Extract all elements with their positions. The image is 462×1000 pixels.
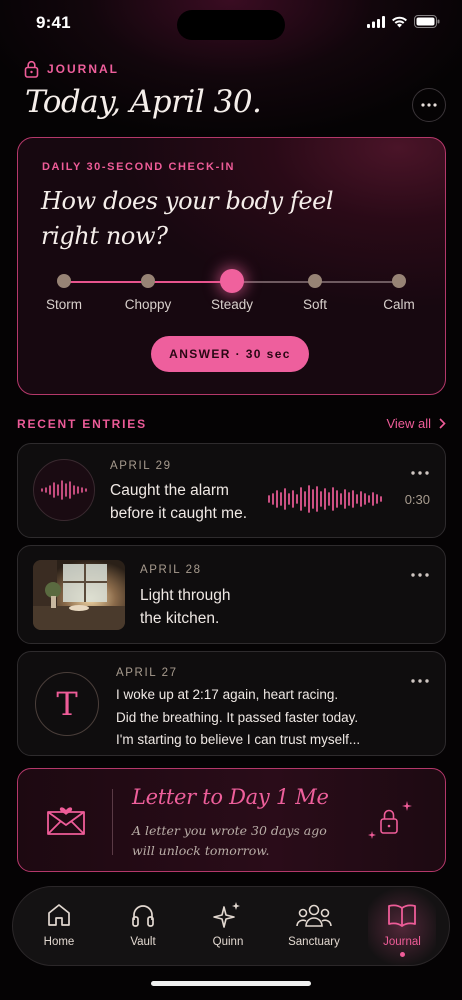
recent-entries-title: RECENT ENTRIES bbox=[17, 417, 147, 431]
entry-text: I woke up at 2:17 again, heart racing. D… bbox=[116, 684, 360, 752]
entry-text-line: before it caught me. bbox=[110, 505, 247, 522]
audio-duration: 0:30 bbox=[404, 492, 430, 507]
mood-dot-selected bbox=[220, 269, 244, 293]
journal-screen: 9:41 JOURNAL Today, April 30. DAILY 30-S… bbox=[0, 0, 462, 1000]
mood-option-storm[interactable]: Storm bbox=[24, 274, 104, 312]
section-title: JOURNAL bbox=[47, 62, 120, 76]
entry-text: Light through the kitchen. bbox=[140, 584, 231, 630]
entry-text-line: Caught the alarm bbox=[110, 482, 229, 499]
entry-card-text[interactable]: T APRIL 27 I woke up at 2:17 again, hear… bbox=[17, 651, 446, 756]
locked-sparkle-icon bbox=[368, 801, 412, 839]
entry-more-button[interactable] bbox=[411, 564, 429, 582]
entry-text-line: the kitchen. bbox=[140, 610, 220, 627]
checkin-question: How does your body feel right now? bbox=[41, 187, 334, 250]
view-all-link[interactable]: View all bbox=[386, 416, 446, 431]
mood-option-calm[interactable]: Calm bbox=[359, 274, 439, 312]
people-icon bbox=[296, 904, 332, 927]
entry-date: APRIL 27 bbox=[116, 667, 178, 679]
tab-sanctuary[interactable]: Sanctuary bbox=[272, 901, 356, 948]
status-time: 9:41 bbox=[36, 13, 71, 32]
dynamic-island bbox=[177, 10, 285, 40]
entry-text-line: I'm starting to believe I can trust myse… bbox=[116, 732, 361, 747]
active-tab-indicator bbox=[399, 952, 405, 957]
entry-card-photo[interactable]: APRIL 28 Light through the kitchen. bbox=[17, 545, 446, 644]
entry-more-button[interactable] bbox=[411, 670, 429, 688]
home-icon bbox=[48, 904, 70, 926]
letter-subtitle-line: A letter you wrote 30 days ago bbox=[132, 823, 327, 838]
mood-label: Choppy bbox=[124, 297, 172, 312]
mood-dot bbox=[392, 274, 406, 288]
answer-button[interactable]: ANSWER · 30 sec bbox=[151, 336, 309, 372]
mood-dot bbox=[141, 274, 155, 288]
status-icons bbox=[367, 15, 440, 28]
ellipsis-icon bbox=[421, 103, 437, 107]
letter-divider bbox=[112, 789, 113, 855]
mood-label: Calm bbox=[383, 297, 415, 312]
ellipsis-icon bbox=[411, 573, 429, 577]
checkin-card: DAILY 30-SECOND CHECK-IN How does your b… bbox=[17, 137, 446, 395]
entry-text-line: I woke up at 2:17 again, heart racing. bbox=[116, 687, 339, 702]
mood-label: Steady bbox=[210, 297, 254, 312]
entry-more-button[interactable] bbox=[411, 462, 429, 480]
tab-label: Quinn bbox=[212, 936, 244, 948]
status-bar: 9:41 bbox=[0, 0, 462, 48]
signal-icon bbox=[367, 15, 385, 28]
home-indicator[interactable] bbox=[151, 981, 311, 986]
mood-option-steady[interactable]: Steady bbox=[192, 269, 272, 312]
battery-icon bbox=[414, 15, 440, 28]
mood-option-soft[interactable]: Soft bbox=[275, 274, 355, 312]
tab-label: Sanctuary bbox=[288, 936, 340, 948]
ellipsis-icon bbox=[411, 679, 429, 683]
checkin-eyebrow: DAILY 30-SECOND CHECK-IN bbox=[42, 161, 236, 173]
section-label: JOURNAL bbox=[24, 60, 119, 78]
tab-label: Journal bbox=[383, 936, 421, 948]
tab-label: Vault bbox=[130, 936, 156, 948]
entry-initial-avatar: T bbox=[35, 672, 99, 736]
entry-date: APRIL 28 bbox=[140, 564, 202, 576]
headphones-icon bbox=[132, 905, 154, 927]
entry-text-line: Light through bbox=[140, 587, 231, 604]
mini-waveform-icon bbox=[41, 480, 87, 500]
mood-dot bbox=[57, 274, 71, 288]
recent-entries-header: RECENT ENTRIES View all bbox=[17, 416, 446, 433]
chevron-right-icon bbox=[439, 418, 446, 429]
wifi-icon bbox=[392, 16, 407, 27]
mood-option-choppy[interactable]: Choppy bbox=[108, 274, 188, 312]
lock-icon bbox=[24, 60, 39, 78]
mood-label: Soft bbox=[302, 297, 327, 312]
letter-card[interactable]: Letter to Day 1 Me A letter you wrote 30… bbox=[17, 768, 446, 872]
tab-label: Home bbox=[43, 936, 75, 948]
voice-note-icon bbox=[33, 459, 95, 521]
tab-quinn[interactable]: Quinn bbox=[186, 901, 270, 948]
tab-vault[interactable]: Vault bbox=[101, 901, 185, 948]
entry-text: Caught the alarm before it caught me. bbox=[110, 479, 247, 525]
envelope-heart-icon bbox=[47, 807, 85, 835]
entry-text-line: Did the breathing. It passed faster toda… bbox=[116, 709, 359, 725]
ellipsis-icon bbox=[411, 471, 429, 475]
tab-journal[interactable]: Journal bbox=[360, 901, 444, 957]
entry-card-voice[interactable]: APRIL 29 Caught the alarm before it caug… bbox=[17, 443, 446, 538]
audio-waveform[interactable] bbox=[267, 484, 387, 514]
letter-subtitle: A letter you wrote 30 days ago will unlo… bbox=[132, 821, 327, 861]
mood-dot bbox=[308, 274, 322, 288]
letter-title: Letter to Day 1 Me bbox=[132, 785, 329, 809]
mood-label: Storm bbox=[45, 297, 82, 312]
tab-bar: Home Vault Quinn Sanctuary Journal bbox=[12, 886, 450, 967]
view-all-label: View all bbox=[386, 416, 431, 431]
book-icon bbox=[388, 904, 416, 927]
letter-subtitle-line: will unlock tomorrow. bbox=[132, 843, 270, 858]
entry-date: APRIL 29 bbox=[110, 460, 172, 472]
more-options-button[interactable] bbox=[412, 88, 446, 122]
sparkle-icon bbox=[213, 902, 240, 928]
kitchen-photo bbox=[33, 560, 125, 630]
tab-home[interactable]: Home bbox=[17, 901, 101, 948]
page-title: Today, April 30. bbox=[25, 84, 262, 120]
